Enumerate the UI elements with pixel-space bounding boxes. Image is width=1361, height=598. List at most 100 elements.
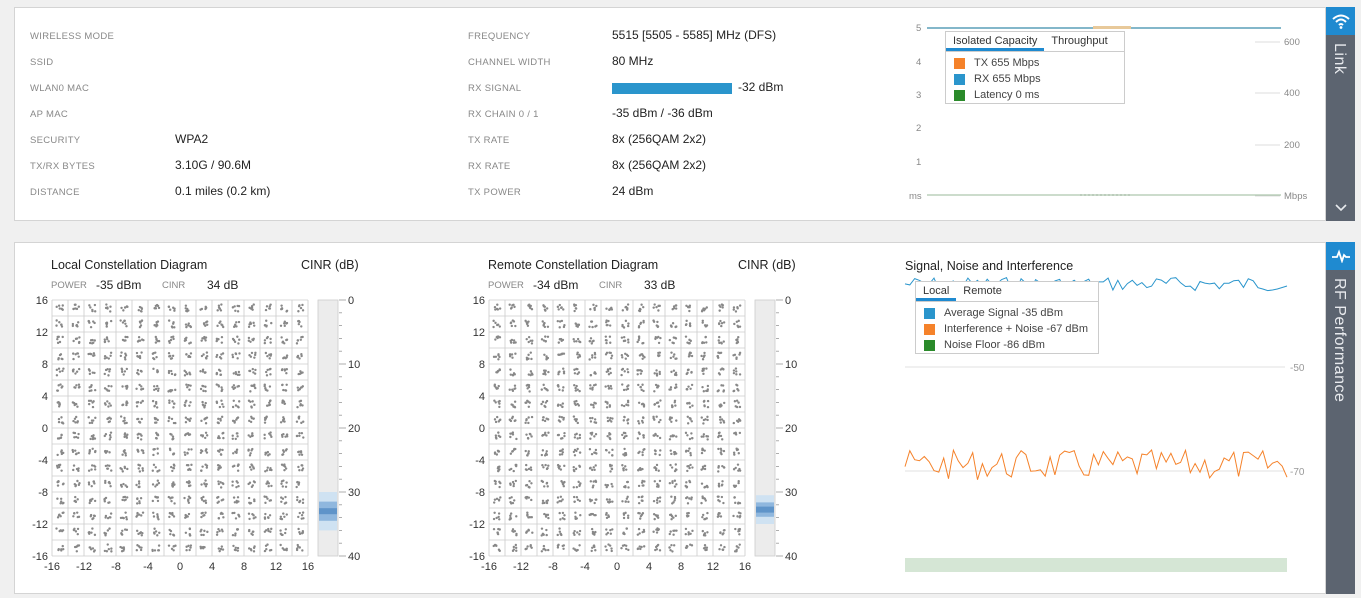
remote-constellation-point — [653, 449, 657, 452]
remote-constellation-point — [593, 307, 596, 310]
remote-constellation-point — [684, 532, 687, 536]
local-constellation-point — [89, 546, 92, 549]
tab-throughput[interactable]: Throughput — [1044, 32, 1114, 51]
remote-constellation-point — [526, 454, 529, 457]
remote-constellation-point — [736, 338, 739, 341]
local-constellation-point — [298, 469, 301, 472]
local-constellation-point — [284, 485, 288, 488]
noise-floor-swatch — [924, 339, 935, 351]
remote-constellation-point — [735, 399, 739, 402]
remote-constellation-point — [531, 531, 534, 534]
local-constellation-point — [105, 325, 108, 328]
remote-constellation-point — [508, 303, 511, 306]
remote-constellation-point — [561, 544, 564, 548]
local-constellation-point — [238, 352, 241, 355]
link-sidebar[interactable]: Link — [1326, 7, 1355, 221]
local-constellation-point — [121, 453, 124, 456]
remote-constellation-point — [546, 466, 549, 470]
local-constellation-point — [238, 515, 241, 518]
local-constellation-point — [220, 386, 223, 389]
remote-constellation-point — [528, 480, 531, 483]
rf-sidebar-label[interactable]: RF Performance — [1330, 278, 1348, 402]
wifi-icon[interactable] — [1326, 7, 1355, 35]
remote-constellation-point — [511, 374, 515, 377]
local-constellation-point — [137, 420, 141, 424]
local-constellation-point — [247, 325, 251, 329]
local-constellation-point — [282, 512, 285, 515]
local-constellation-point — [187, 512, 191, 516]
remote-constellation-point — [573, 448, 577, 452]
remote-constellation-point — [605, 351, 609, 355]
local-constellation-point — [110, 550, 113, 553]
field-label-1: SSID — [30, 57, 54, 68]
remote-constellation-point — [670, 466, 674, 469]
remote-constellation-point — [641, 402, 645, 406]
local-constellation-point — [152, 448, 156, 451]
local-constellation-point — [109, 354, 112, 357]
local-constellation-point — [135, 387, 138, 390]
local-constellation-point — [89, 498, 92, 501]
local-constellation-point — [189, 341, 192, 344]
remote-constellation-point — [668, 418, 672, 421]
remote-constellation-point — [673, 401, 676, 404]
local-y-tick: -12 — [32, 519, 48, 531]
local-constellation-point — [121, 498, 124, 502]
remote-constellation-point — [703, 533, 706, 536]
remote-constellation-point — [654, 383, 658, 387]
remote-constellation-point — [605, 528, 608, 531]
remote-constellation-point — [718, 431, 721, 434]
local-constellation-point — [88, 421, 92, 425]
remote-constellation-point — [684, 431, 688, 435]
remote-constellation-point — [512, 548, 516, 551]
link-sidebar-label[interactable]: Link — [1330, 43, 1348, 74]
local-y-tick: 12 — [36, 327, 48, 339]
rf-sidebar[interactable]: RF Performance — [1326, 242, 1355, 594]
remote-constellation-point — [494, 420, 498, 424]
local-constellation-point — [154, 466, 157, 469]
local-constellation-point — [110, 385, 113, 388]
local-constellation-point — [72, 464, 76, 467]
remote-constellation-point — [700, 354, 703, 358]
tab-isolated-capacity[interactable]: Isolated Capacity — [946, 32, 1045, 51]
remote-constellation-point — [509, 341, 513, 344]
local-constellation-point — [76, 498, 79, 501]
pulse-icon[interactable] — [1326, 242, 1355, 270]
local-constellation-point — [219, 419, 222, 422]
remote-constellation-point — [557, 371, 560, 374]
local-constellation-point — [204, 501, 208, 505]
local-constellation-point — [268, 403, 272, 407]
local-constellation-point — [283, 368, 287, 371]
remote-constellation-point — [542, 383, 545, 387]
remote-constellation-point — [604, 483, 607, 487]
tab-remote[interactable]: Remote — [956, 282, 1009, 301]
remote-constellation-point — [620, 368, 624, 371]
local-x-tick: -16 — [44, 561, 60, 572]
remote-constellation-point — [657, 354, 660, 357]
local-constellation-point — [106, 338, 109, 341]
field-right-value-0: 5515 [5505 - 5585] MHz (DFS) — [612, 28, 777, 42]
remote-constellation-point — [573, 340, 576, 343]
local-constellation-point — [205, 464, 209, 467]
remote-constellation-point — [722, 529, 726, 532]
local-constellation-point — [139, 324, 143, 327]
remote-constellation-point — [703, 517, 706, 521]
local-constellation-point — [74, 307, 77, 310]
local-constellation-point — [172, 545, 175, 548]
local-constellation-point — [249, 307, 253, 310]
tab-local[interactable]: Local — [916, 282, 957, 301]
remote-constellation-point — [575, 340, 578, 343]
remote-constellation-point — [527, 304, 530, 307]
local-constellation-point — [136, 497, 139, 501]
remote-constellation-point — [669, 386, 673, 389]
local-x-tick: 0 — [177, 561, 183, 572]
remote-constellation-point — [512, 469, 515, 473]
local-constellation-point — [250, 351, 254, 355]
local-constellation-point — [222, 405, 225, 408]
local-constellation-point — [279, 421, 283, 424]
local-constellation-point — [231, 306, 235, 309]
chevron-down-icon[interactable] — [1326, 199, 1355, 215]
remote-constellation-point — [642, 389, 645, 393]
local-constellation-point — [56, 337, 59, 341]
local-constellation-point — [74, 484, 78, 487]
local-constellation-point — [106, 467, 110, 470]
